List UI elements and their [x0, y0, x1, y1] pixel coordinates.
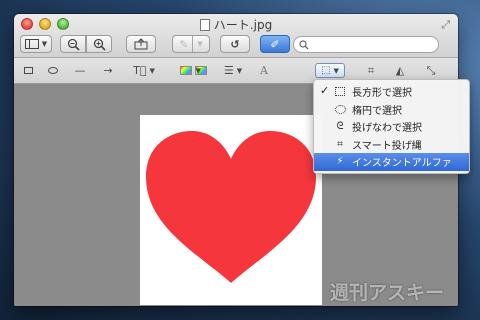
annotate-pen-button[interactable]: ✎ ▼ — [172, 35, 210, 53]
chevron-down-icon: ▼ — [41, 40, 48, 48]
arrow-tool[interactable]: → — [100, 63, 116, 78]
crop-icon: ⌗ — [367, 63, 375, 77]
font-icon: A — [260, 64, 268, 77]
search-input[interactable] — [313, 39, 433, 50]
zoom-out-button[interactable] — [60, 35, 86, 53]
magic-wand-icon: ⚡︎ — [336, 156, 344, 168]
pen-icon: ✎ — [179, 37, 189, 51]
menu-item-lasso-select[interactable]: ᘓ 投げなわで選択 — [314, 118, 469, 136]
document-icon — [199, 19, 210, 31]
selection-tool-menu: ✓ 長方形で選択 楕円で選択 ᘓ 投げなわで選択 ⌗ スマート投げ縄 ⚡︎ イン… — [313, 79, 470, 174]
ellipse-select-icon — [334, 104, 346, 115]
adjust-icon: ◭ — [395, 64, 405, 77]
line-icon: — — [74, 64, 86, 77]
adjust-color-tool[interactable]: ◭ — [391, 63, 409, 78]
chevron-down-icon: ▼ — [236, 66, 243, 75]
menu-item-label: 楕円で選択 — [352, 105, 402, 117]
menu-item-instant-alpha[interactable]: ⚡︎ インスタントアルファ — [314, 153, 469, 171]
line-style-icon: ☰ — [223, 64, 234, 77]
selection-grid-icon: ⬚ — [321, 65, 331, 76]
search-icon — [299, 39, 309, 49]
zoom-in-button[interactable] — [86, 35, 112, 53]
oval-shape-tool[interactable] — [46, 63, 60, 78]
share-button[interactable] — [126, 35, 156, 53]
toolbox-icon: ✐ — [270, 37, 280, 51]
color-dropdown[interactable]: ▼ — [179, 63, 207, 78]
text-box-icon: T⃞ — [133, 64, 147, 77]
oval-icon — [48, 67, 58, 74]
chevron-down-icon: ▼ — [197, 40, 203, 48]
menu-item-smart-lasso[interactable]: ⌗ スマート投げ縄 — [314, 136, 469, 154]
rectangle-shape-tool[interactable] — [22, 63, 34, 78]
adjust-size-tool[interactable]: ⤡ — [424, 63, 438, 78]
lasso-select-icon: ᘓ — [336, 121, 344, 133]
show-edit-toolbar-button[interactable]: ✐ — [260, 35, 290, 53]
share-icon — [134, 38, 148, 50]
window-title: ハート.jpg — [14, 16, 458, 33]
smart-lasso-icon: ⌗ — [337, 138, 343, 150]
fullscreen-icon[interactable]: ⤢ — [441, 18, 450, 32]
menu-item-label: 投げなわで選択 — [352, 123, 422, 135]
checkmark-icon: ✓ — [320, 84, 330, 97]
rotate-button[interactable]: ↺ — [220, 35, 250, 53]
chevron-down-icon: ▼ — [194, 66, 207, 75]
menu-item-ellipse-select[interactable]: 楕円で選択 — [314, 101, 469, 119]
line-style-dropdown[interactable]: ☰ ▼ — [219, 63, 247, 78]
chevron-down-icon: ▼ — [333, 66, 339, 75]
sidebar-view-button[interactable]: ▼ — [20, 35, 52, 53]
publisher-watermark: 週刊アスキー — [330, 282, 445, 304]
heart-image — [146, 131, 316, 283]
line-tool[interactable]: — — [73, 63, 87, 78]
menu-item-label: インスタントアルファ — [352, 158, 452, 170]
sidebar-icon — [24, 39, 39, 49]
zoom-out-icon — [67, 38, 80, 51]
menu-item-rectangle-select[interactable]: ✓ 長方形で選択 — [314, 83, 469, 101]
zoom-in-icon — [93, 38, 106, 51]
menu-item-label: 長方形で選択 — [352, 88, 412, 100]
search-field[interactable] — [293, 36, 439, 53]
selection-tool-dropdown[interactable]: ⬚ ▼ — [315, 63, 345, 78]
resize-icon: ⤡ — [426, 63, 436, 77]
rotate-icon: ↺ — [230, 37, 240, 51]
font-tool[interactable]: A — [258, 63, 270, 78]
menu-item-label: スマート投げ縄 — [352, 140, 422, 152]
arrow-icon: → — [103, 64, 113, 77]
chevron-down-icon: ▼ — [149, 66, 155, 75]
text-tool-dropdown[interactable]: T⃞ ▼ — [129, 63, 159, 78]
color-swatch-icon — [179, 66, 192, 75]
title-bar: ハート.jpg ⤢ ▼ ✎ ▼ ↺ ✐ — [14, 14, 458, 58]
rectangle-select-icon — [334, 86, 346, 97]
window-title-text: ハート.jpg — [213, 18, 273, 32]
crop-tool[interactable]: ⌗ — [364, 63, 378, 78]
rectangle-icon — [23, 67, 33, 74]
image-document[interactable] — [140, 115, 322, 305]
